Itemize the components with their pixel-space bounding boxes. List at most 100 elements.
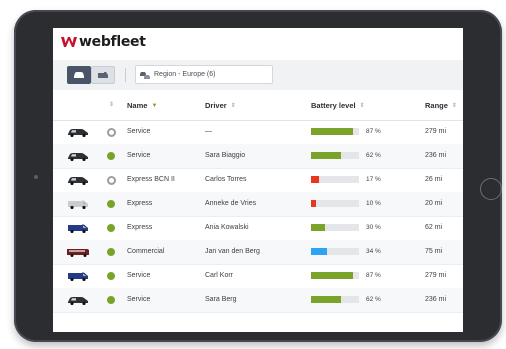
driver-name: Sara Biaggio [205,152,246,159]
divider [125,68,126,82]
vehicle-name: Express [127,200,153,207]
battery-bar [311,296,359,303]
range-value: 75 mi [425,248,443,255]
vehicle-name: Service [127,296,151,303]
car-icon [68,177,88,185]
vehicle-name: Service [127,272,151,279]
status-online-icon [107,272,115,280]
filter-bar: Region - Europe (6) [53,60,463,90]
battery-percent: 87 % [366,128,381,135]
battery-percent: 10 % [366,200,381,207]
car-icon [68,129,88,137]
driver-name: Anneke de Vries [205,200,257,207]
range-value: 62 mi [425,224,443,231]
column-header-range[interactable]: Range ⇕ [425,101,457,110]
battery-percent: 62 % [366,296,381,303]
battery-bar-fill [311,272,353,279]
driver-name: Jan van den Berg [205,248,260,255]
app-screen: webfleet Region - Europe (6) ⇕ Name ▼ Dr… [53,28,463,332]
range-value: 236 mi [425,152,447,159]
battery-percent: 87 % [366,272,381,279]
van-icon [68,224,88,233]
range-value: 279 mi [425,272,447,279]
status-offline-icon [107,176,116,185]
vehicle-group-icon [140,71,150,79]
camera-dot [34,175,38,179]
battery-percent: 17 % [366,176,381,183]
bus-icon [67,249,89,257]
battery-bar [311,248,359,255]
car-filter-toggle[interactable] [67,66,91,84]
battery-bar-fill [311,128,353,135]
status-sort-header[interactable]: ⇕ [105,101,114,108]
status-online-icon [107,224,115,232]
table-row[interactable]: Express Anneke de Vries 10 % 20 mi [53,192,463,217]
region-label: Region - Europe (6) [154,71,216,78]
battery-bar [311,152,359,159]
range-value: 236 mi [425,296,447,303]
vehicle-name: Express BCN II [127,176,175,183]
column-label: Range [425,101,448,110]
car-icon [68,297,88,305]
battery-bar-fill [311,224,326,231]
table-row[interactable]: Service — 87 % 279 mi [53,120,463,145]
home-button[interactable] [480,178,502,200]
table-header: ⇕ Name ▼ Driver ⇕ Battery level ⇕ Range … [53,90,463,121]
battery-bar-fill [311,296,341,303]
vehicle-name: Service [127,128,151,135]
driver-name: Carlos Torres [205,176,247,183]
sort-asc-icon: ▼ [151,102,158,109]
driver-name: — [205,128,212,135]
driver-name: Sara Berg [205,296,237,303]
battery-bar-fill [311,176,320,183]
battery-bar [311,128,359,135]
driver-name: Carl Korr [205,272,234,279]
column-header-name[interactable]: Name ▼ [127,101,157,110]
sort-icon: ⇕ [359,103,365,109]
webfleet-logo-icon [61,37,77,47]
range-value: 26 mi [425,176,443,183]
battery-percent: 62 % [366,152,381,159]
range-value: 20 mi [425,200,443,207]
battery-percent: 30 % [366,224,381,231]
column-header-driver[interactable]: Driver ⇕ [205,101,236,110]
column-label: Name [127,101,148,110]
sort-icon: ⇕ [230,103,236,109]
van-icon [68,200,88,209]
sort-icon: ⇕ [451,103,457,109]
webfleet-logo[interactable]: webfleet [61,32,146,52]
status-online-icon [107,152,115,160]
battery-bar-fill [311,200,316,207]
battery-bar [311,200,359,207]
table-row[interactable]: Service Carl Korr 87 % 279 mi [53,264,463,289]
table-row[interactable]: Service Sara Berg 62 % 236 mi [53,288,463,313]
table-row[interactable]: Service Sara Biaggio 62 % 236 mi [53,144,463,169]
range-value: 279 mi [425,128,447,135]
status-online-icon [107,200,115,208]
battery-bar [311,272,359,279]
battery-bar-fill [311,152,341,159]
table-row[interactable]: Express BCN II Carlos Torres 17 % 26 mi [53,168,463,193]
van-filter-toggle[interactable] [91,66,115,84]
van-icon [98,72,108,78]
status-offline-icon [107,128,116,137]
sort-icon: ⇕ [109,102,115,108]
battery-bar-fill [311,248,328,255]
car-icon [74,72,84,78]
battery-bar [311,224,359,231]
battery-percent: 34 % [366,248,381,255]
column-header-battery[interactable]: Battery level ⇕ [311,101,365,110]
column-label: Battery level [311,101,356,110]
brand-name: webfleet [79,34,146,50]
vehicle-name: Express [127,224,153,231]
table-row[interactable]: Commercial Jan van den Berg 34 % 75 mi [53,240,463,265]
vehicle-name: Service [127,152,151,159]
status-online-icon [107,248,115,256]
car-icon [68,153,88,161]
battery-bar [311,176,359,183]
status-online-icon [107,296,115,304]
van-icon [68,272,88,281]
table-row[interactable]: Express Ania Kowalski 30 % 62 mi [53,216,463,241]
region-select[interactable]: Region - Europe (6) [135,65,273,84]
top-bar: webfleet [53,28,463,56]
